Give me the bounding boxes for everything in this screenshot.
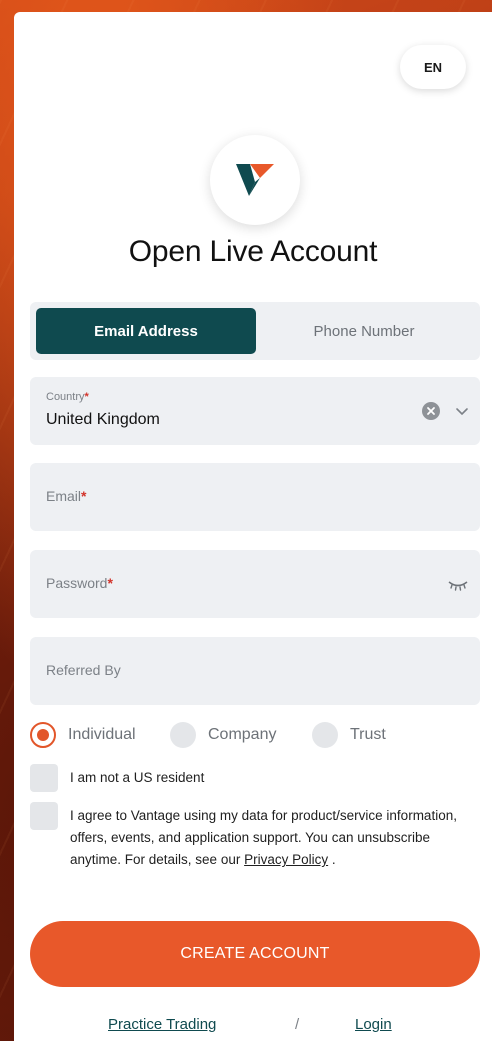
privacy-policy-link[interactable]: Privacy Policy [244, 852, 328, 867]
vantage-logo-icon [236, 164, 274, 196]
radio-trust-label: Trust [350, 726, 386, 743]
radio-individual-dot[interactable] [30, 722, 56, 748]
language-selector[interactable]: EN [400, 45, 466, 89]
radio-company-dot[interactable] [170, 722, 196, 748]
country-value: United Kingdom [46, 411, 160, 428]
radio-trust[interactable]: Trust [312, 722, 386, 748]
referred-by-placeholder: Referred By [46, 662, 121, 678]
footer-links: Practice Trading / Login [14, 1016, 492, 1040]
eye-closed-icon[interactable] [448, 578, 468, 592]
create-account-button[interactable]: CREATE ACCOUNT [30, 921, 480, 987]
us-resident-checkbox[interactable] [30, 764, 58, 792]
data-consent-checkbox[interactable] [30, 802, 58, 830]
radio-individual[interactable]: Individual [30, 722, 136, 748]
radio-individual-label: Individual [68, 726, 136, 743]
practice-trading-link[interactable]: Practice Trading [108, 1016, 216, 1033]
data-consent-label: I agree to Vantage using my data for pro… [70, 808, 457, 867]
brand-logo [210, 135, 300, 225]
page-title: Open Live Account [128, 235, 378, 268]
clear-circle-icon[interactable] [422, 402, 440, 420]
password-field[interactable]: Password* [30, 550, 480, 618]
login-link[interactable]: Login [355, 1016, 392, 1033]
chevron-down-icon[interactable] [454, 404, 470, 420]
email-field[interactable]: Email* [30, 463, 480, 531]
signup-method-tabs: Email Address Phone Number [30, 302, 480, 360]
password-placeholder: Password* [46, 575, 113, 591]
radio-company[interactable]: Company [170, 722, 276, 748]
referred-by-field[interactable]: Referred By [30, 637, 480, 705]
email-placeholder: Email* [46, 488, 87, 504]
country-select[interactable]: Country* United Kingdom [30, 377, 480, 445]
tab-email-address[interactable]: Email Address [36, 308, 256, 354]
account-type-group: Individual Company Trust [30, 722, 480, 752]
country-label: Country* [46, 391, 89, 403]
footer-separator: / [295, 1016, 300, 1033]
tab-phone-number[interactable]: Phone Number [254, 308, 474, 354]
us-resident-label: I am not a US resident [70, 770, 205, 785]
signup-card: EN Open Live Account Email Address Phone… [14, 12, 492, 1041]
radio-trust-dot[interactable] [312, 722, 338, 748]
radio-company-label: Company [208, 726, 277, 743]
